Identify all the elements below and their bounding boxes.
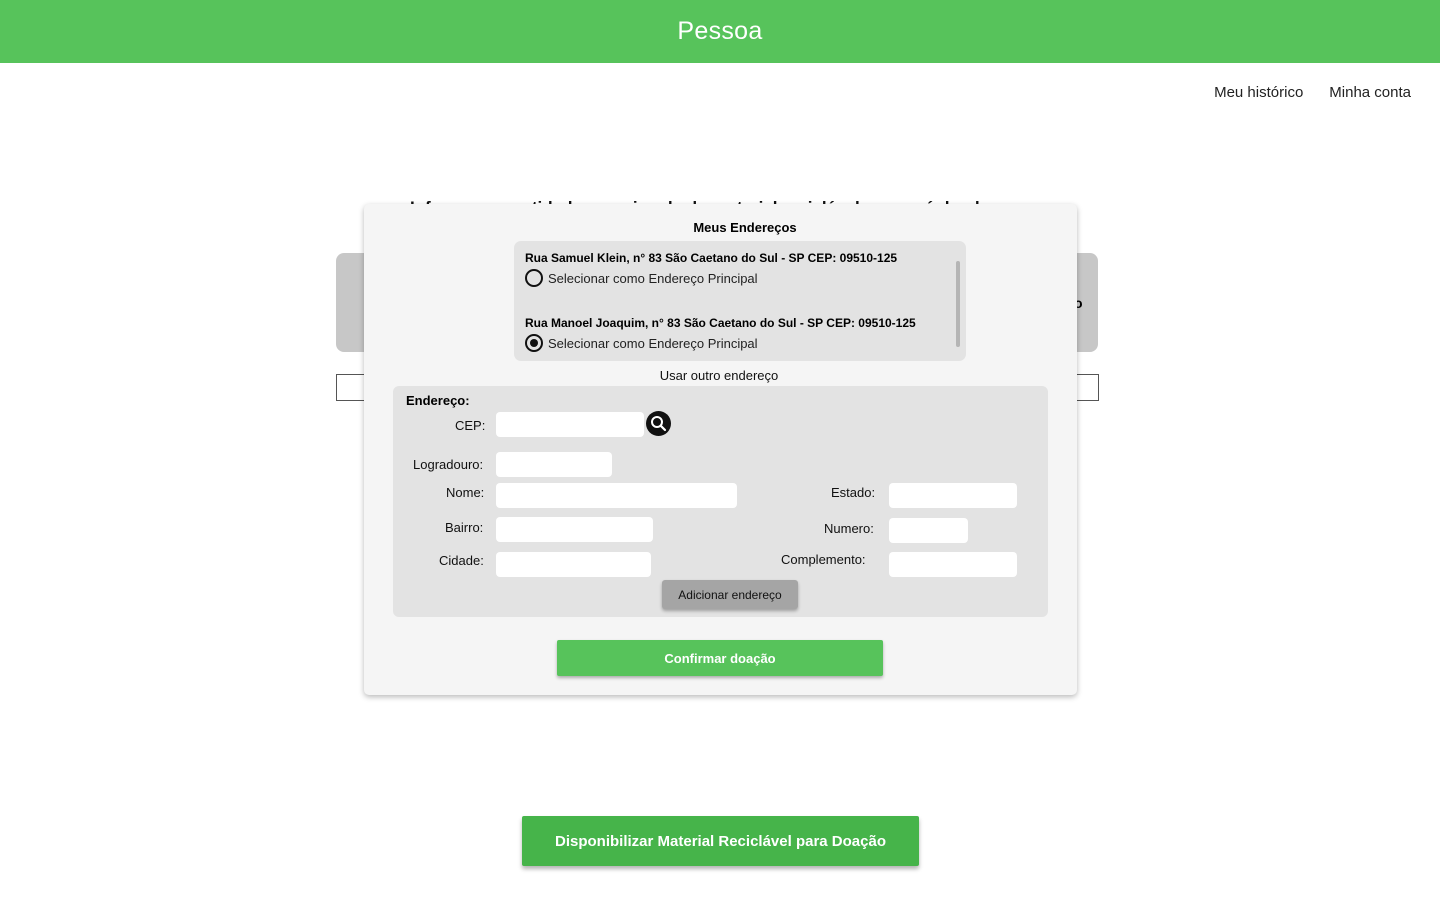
cep-search-button[interactable] (646, 411, 671, 436)
add-address-button[interactable]: Adicionar endereço (662, 580, 798, 609)
address-section-label: Endereço: (406, 393, 470, 408)
top-nav: Meu histórico Minha conta (1214, 84, 1411, 101)
nav-link-account[interactable]: Minha conta (1329, 84, 1411, 101)
cidade-label: Cidade: (439, 553, 484, 568)
radio-unchecked-icon[interactable] (525, 269, 543, 287)
complemento-input[interactable] (889, 552, 1017, 577)
address-option[interactable]: Selecionar como Endereço Principal (525, 334, 916, 352)
address-list: Rua Samuel Klein, n° 83 São Caetano do S… (514, 241, 966, 361)
nome-label: Nome: (446, 485, 485, 500)
bairro-label: Bairro: (445, 520, 484, 535)
radio-checked-icon[interactable] (525, 334, 543, 352)
address-option-label: Selecionar como Endereço Principal (548, 335, 758, 351)
address-modal: Meus Endereços Rua Samuel Klein, n° 83 S… (364, 204, 1077, 695)
address-list-scrollbar[interactable] (956, 261, 960, 347)
numero-label: Numero: (824, 521, 874, 536)
complemento-label: Complemento: (781, 552, 866, 567)
nome-input[interactable] (496, 483, 737, 508)
bairro-input[interactable] (496, 517, 653, 542)
donate-material-button[interactable]: Disponibilizar Material Reciclável para … (522, 816, 919, 866)
address-item: Rua Manoel Joaquim, n° 83 São Caetano do… (525, 316, 916, 352)
cep-label: CEP: (455, 418, 486, 433)
nav-link-history[interactable]: Meu histórico (1214, 84, 1303, 101)
other-address-label: Usar outro endereço (659, 368, 779, 383)
search-icon (651, 416, 667, 432)
numero-input[interactable] (889, 518, 968, 543)
page-title: Pessoa (677, 17, 763, 45)
cidade-input[interactable] (496, 552, 651, 577)
app-header: Pessoa (0, 0, 1440, 63)
address-text: Rua Manoel Joaquim, n° 83 São Caetano do… (525, 316, 916, 330)
cep-input[interactable] (496, 412, 644, 437)
address-option[interactable]: Selecionar como Endereço Principal (525, 269, 897, 287)
confirm-donation-button[interactable]: Confirmar doação (557, 640, 883, 676)
address-form: Endereço: CEP: Logradouro: Nome: Bairro:… (393, 386, 1048, 617)
address-option-label: Selecionar como Endereço Principal (548, 270, 758, 286)
address-text: Rua Samuel Klein, n° 83 São Caetano do S… (525, 251, 898, 265)
modal-title: Meus Endereços (693, 220, 797, 235)
estado-input[interactable] (889, 483, 1017, 508)
logradouro-label: Logradouro: (413, 457, 484, 472)
logradouro-input[interactable] (496, 452, 612, 477)
estado-label: Estado: (831, 485, 876, 500)
address-item: Rua Samuel Klein, n° 83 São Caetano do S… (525, 251, 897, 287)
